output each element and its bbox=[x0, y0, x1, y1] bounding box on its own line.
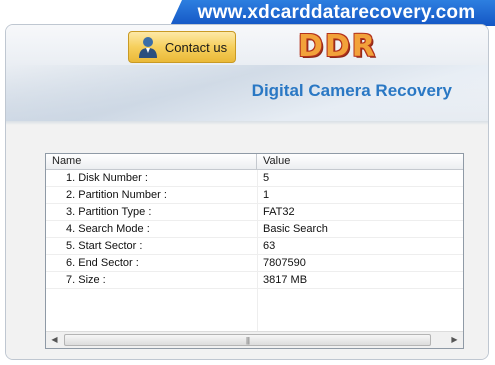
list-row-partition-number[interactable]: 2. Partition Number : 1 bbox=[46, 187, 463, 204]
list-row-search-mode[interactable]: 4. Search Mode : Basic Search bbox=[46, 221, 463, 238]
scroll-right-icon[interactable]: ▶ bbox=[446, 332, 463, 348]
row-value: FAT32 bbox=[263, 206, 295, 218]
horizontal-scrollbar[interactable]: ◀ ||| ▶ bbox=[46, 331, 463, 348]
list-row-start-sector[interactable]: 5. Start Sector : 63 bbox=[46, 238, 463, 255]
product-title: Digital Camera Recovery bbox=[251, 81, 452, 100]
row-name: 3. Partition Type : bbox=[66, 206, 152, 218]
list-row-end-sector[interactable]: 6. End Sector : 7807590 bbox=[46, 255, 463, 272]
list-row-partition-type[interactable]: 3. Partition Type : FAT32 bbox=[46, 204, 463, 221]
list-body: 1. Disk Number : 5 2. Partition Number :… bbox=[46, 170, 463, 332]
row-name: 6. End Sector : bbox=[66, 257, 139, 269]
row-value: 63 bbox=[263, 240, 276, 252]
column-header-name[interactable]: Name bbox=[46, 154, 257, 169]
list-row-disk-number[interactable]: 1. Disk Number : 5 bbox=[46, 170, 463, 187]
scrollbar-thumb[interactable]: ||| bbox=[64, 334, 431, 346]
scroll-left-icon[interactable]: ◀ bbox=[46, 332, 63, 348]
row-name: 2. Partition Number : bbox=[66, 189, 167, 201]
row-name: 7. Size : bbox=[66, 274, 106, 286]
row-value: 1 bbox=[263, 189, 270, 201]
list-row-size[interactable]: 7. Size : 3817 MB bbox=[46, 272, 463, 289]
row-value: Basic Search bbox=[263, 223, 328, 235]
contact-us-label: Contact us bbox=[164, 39, 228, 55]
contact-us-button[interactable]: Contact us bbox=[128, 31, 236, 63]
partition-info-list[interactable]: Name Value 1. Disk Number : 5 2. Partiti… bbox=[45, 153, 464, 349]
app-header: Contact us DDR Digital Camera Recovery bbox=[6, 25, 488, 121]
app-window: Contact us DDR Digital Camera Recovery N… bbox=[5, 24, 489, 360]
content-divider bbox=[6, 121, 488, 125]
ddr-logo: DDR bbox=[298, 29, 377, 64]
row-name: 4. Search Mode : bbox=[66, 223, 150, 235]
grip-icon: ||| bbox=[245, 336, 250, 345]
row-name: 1. Disk Number : bbox=[66, 172, 148, 184]
row-value: 3817 MB bbox=[263, 274, 308, 286]
person-icon bbox=[138, 37, 157, 58]
content-area: Name Value 1. Disk Number : 5 2. Partiti… bbox=[6, 121, 488, 359]
list-header: Name Value bbox=[46, 154, 463, 170]
row-value: 7807590 bbox=[263, 257, 306, 269]
row-value: 5 bbox=[263, 172, 270, 184]
website-url-banner[interactable]: www.xdcarddatarecovery.com bbox=[170, 0, 495, 26]
column-header-value[interactable]: Value bbox=[257, 154, 463, 169]
row-name: 5. Start Sector : bbox=[66, 240, 143, 252]
